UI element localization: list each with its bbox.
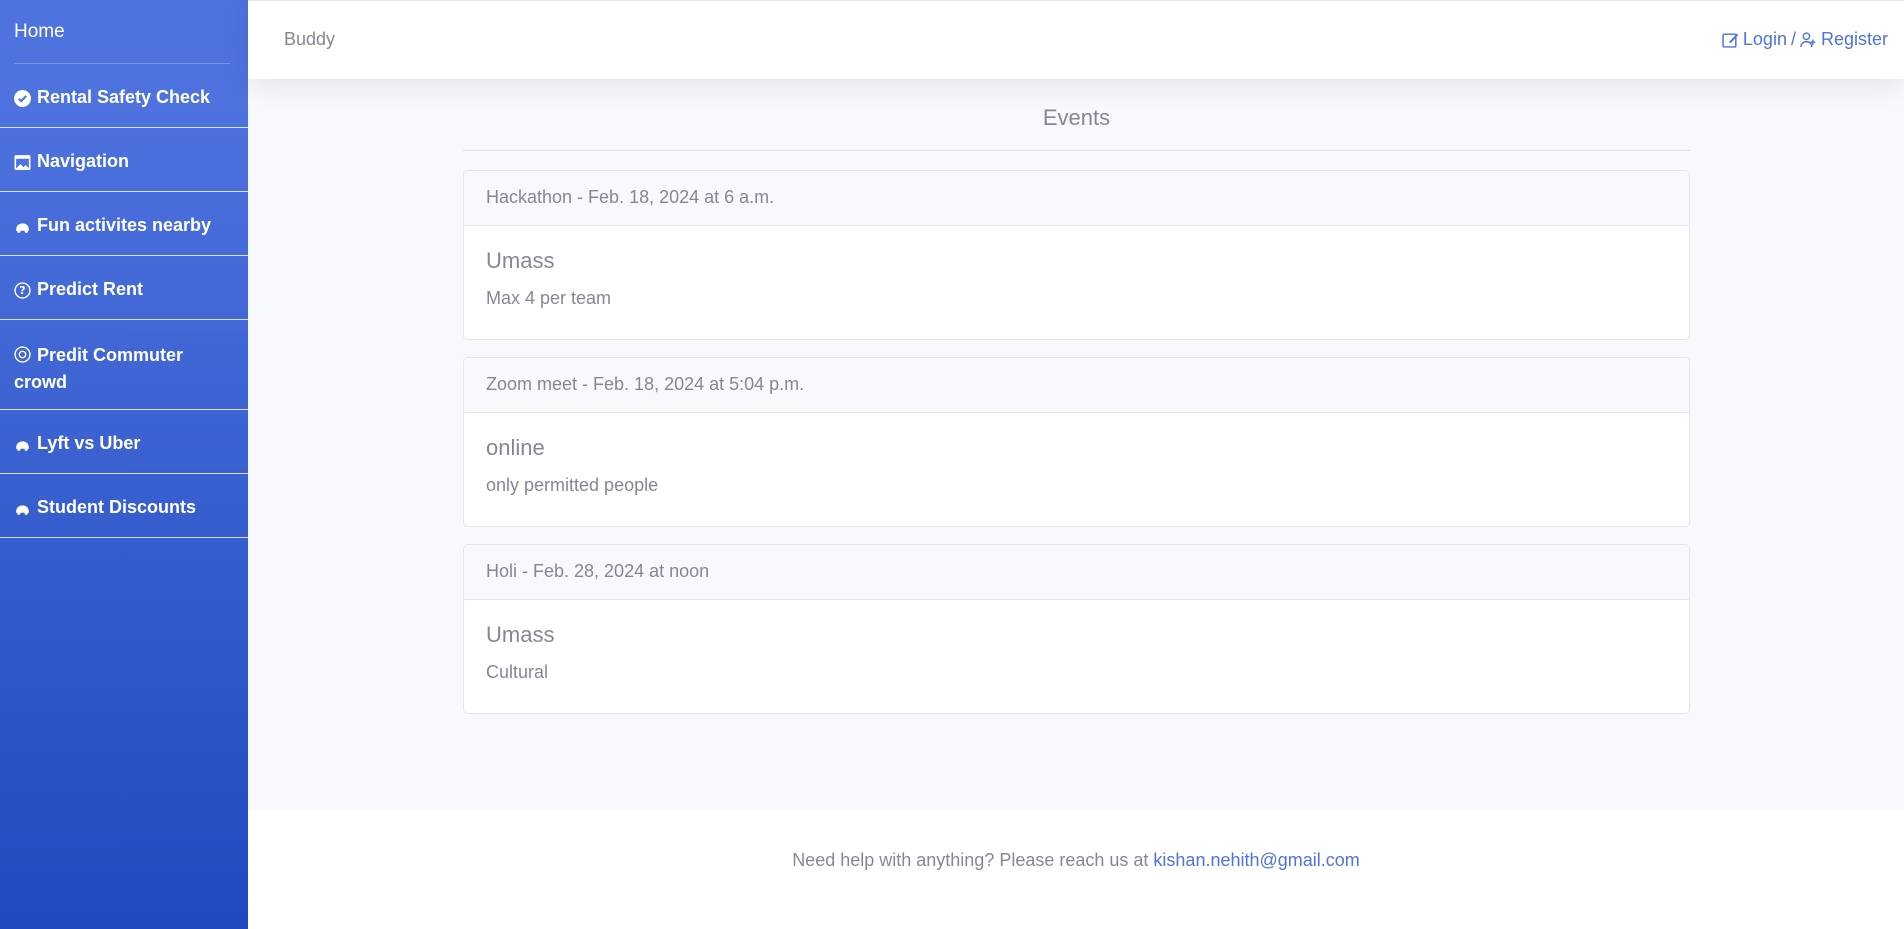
sidebar-item-fun-activities[interactable]: Fun activites nearby <box>0 192 248 256</box>
check-circle-icon <box>14 90 31 107</box>
event-card: Hackathon - Feb. 18, 2024 at 6 a.m. Umas… <box>463 170 1690 340</box>
page-title: Events <box>1042 105 1111 130</box>
event-description: only permitted people <box>486 475 659 495</box>
car-icon <box>14 218 31 235</box>
add-user-icon <box>1800 32 1816 47</box>
sidebar-item-label: Rental Safety Check <box>37 87 211 107</box>
event-body: Umass Cultural <box>464 600 1689 713</box>
auth-links: Login / Register <box>1722 29 1888 50</box>
event-description: Cultural <box>486 662 549 682</box>
window-icon <box>14 154 31 171</box>
svg-text:?: ? <box>19 284 25 297</box>
sidebar-item-predict-rent[interactable]: ? Predict Rent <box>0 256 248 320</box>
edit-icon <box>1722 33 1739 48</box>
event-title: Umass <box>486 248 555 273</box>
sidebar-item-label: Fun activites nearby <box>37 215 212 235</box>
sidebar: Home Rental Safety Check Navigation Fun … <box>0 0 248 929</box>
register-link[interactable]: Register <box>1800 29 1888 50</box>
event-card: Zoom meet - Feb. 18, 2024 at 5:04 p.m. o… <box>463 357 1690 527</box>
sidebar-item-label: Predit Commuter crowd <box>14 345 184 392</box>
question-circle-icon: ? <box>14 282 31 299</box>
footer: Need help with anything? Please reach us… <box>248 810 1904 929</box>
sidebar-home-link[interactable]: Home <box>0 0 248 64</box>
register-label: Register <box>1820 29 1888 49</box>
contact-email-link[interactable]: kishan.nehith@gmail.com <box>1153 850 1359 870</box>
event-header: Hackathon - Feb. 18, 2024 at 6 a.m. <box>464 171 1689 226</box>
footer-help-text: Need help with anything? Please reach us… <box>792 850 1154 870</box>
sidebar-item-label: Predict Rent <box>37 279 144 299</box>
event-title: Umass <box>486 622 555 647</box>
title-divider <box>463 150 1690 151</box>
sidebar-item-navigation[interactable]: Navigation <box>0 128 248 192</box>
event-header: Zoom meet - Feb. 18, 2024 at 5:04 p.m. <box>464 358 1689 413</box>
sidebar-item-lyft-vs-uber[interactable]: Lyft vs Uber <box>0 410 248 474</box>
sidebar-item-student-discounts[interactable]: Student Discounts <box>0 474 248 538</box>
login-link[interactable]: Login <box>1722 29 1787 50</box>
login-label: Login <box>1742 29 1787 49</box>
event-description: Max 4 per team <box>486 288 612 308</box>
sidebar-item-label-wrap: Predit Commuter crowd <box>14 340 234 396</box>
target-circle-icon <box>14 346 31 363</box>
sidebar-item-label: Lyft vs Uber <box>37 433 141 453</box>
sidebar-item-label: Student Discounts <box>37 497 197 517</box>
car-icon <box>14 436 31 453</box>
event-card: Holi - Feb. 28, 2024 at noon Umass Cultu… <box>463 544 1690 714</box>
event-header: Holi - Feb. 28, 2024 at noon <box>464 545 1689 600</box>
event-body: Umass Max 4 per team <box>464 226 1689 339</box>
brand-name[interactable]: Buddy <box>284 29 335 50</box>
car-icon <box>14 500 31 517</box>
event-body: online only permitted people <box>464 413 1689 526</box>
sidebar-item-label: Navigation <box>37 151 130 171</box>
auth-separator: / <box>1790 29 1796 49</box>
sidebar-item-rental-safety-check[interactable]: Rental Safety Check <box>0 64 248 128</box>
sidebar-item-predict-commuter-crowd[interactable]: Predit Commuter crowd <box>0 320 248 410</box>
event-title: online <box>486 435 545 460</box>
main-content: Events Hackathon - Feb. 18, 2024 at 6 a.… <box>248 79 1904 810</box>
topbar: Buddy Login / Register <box>248 0 1904 79</box>
